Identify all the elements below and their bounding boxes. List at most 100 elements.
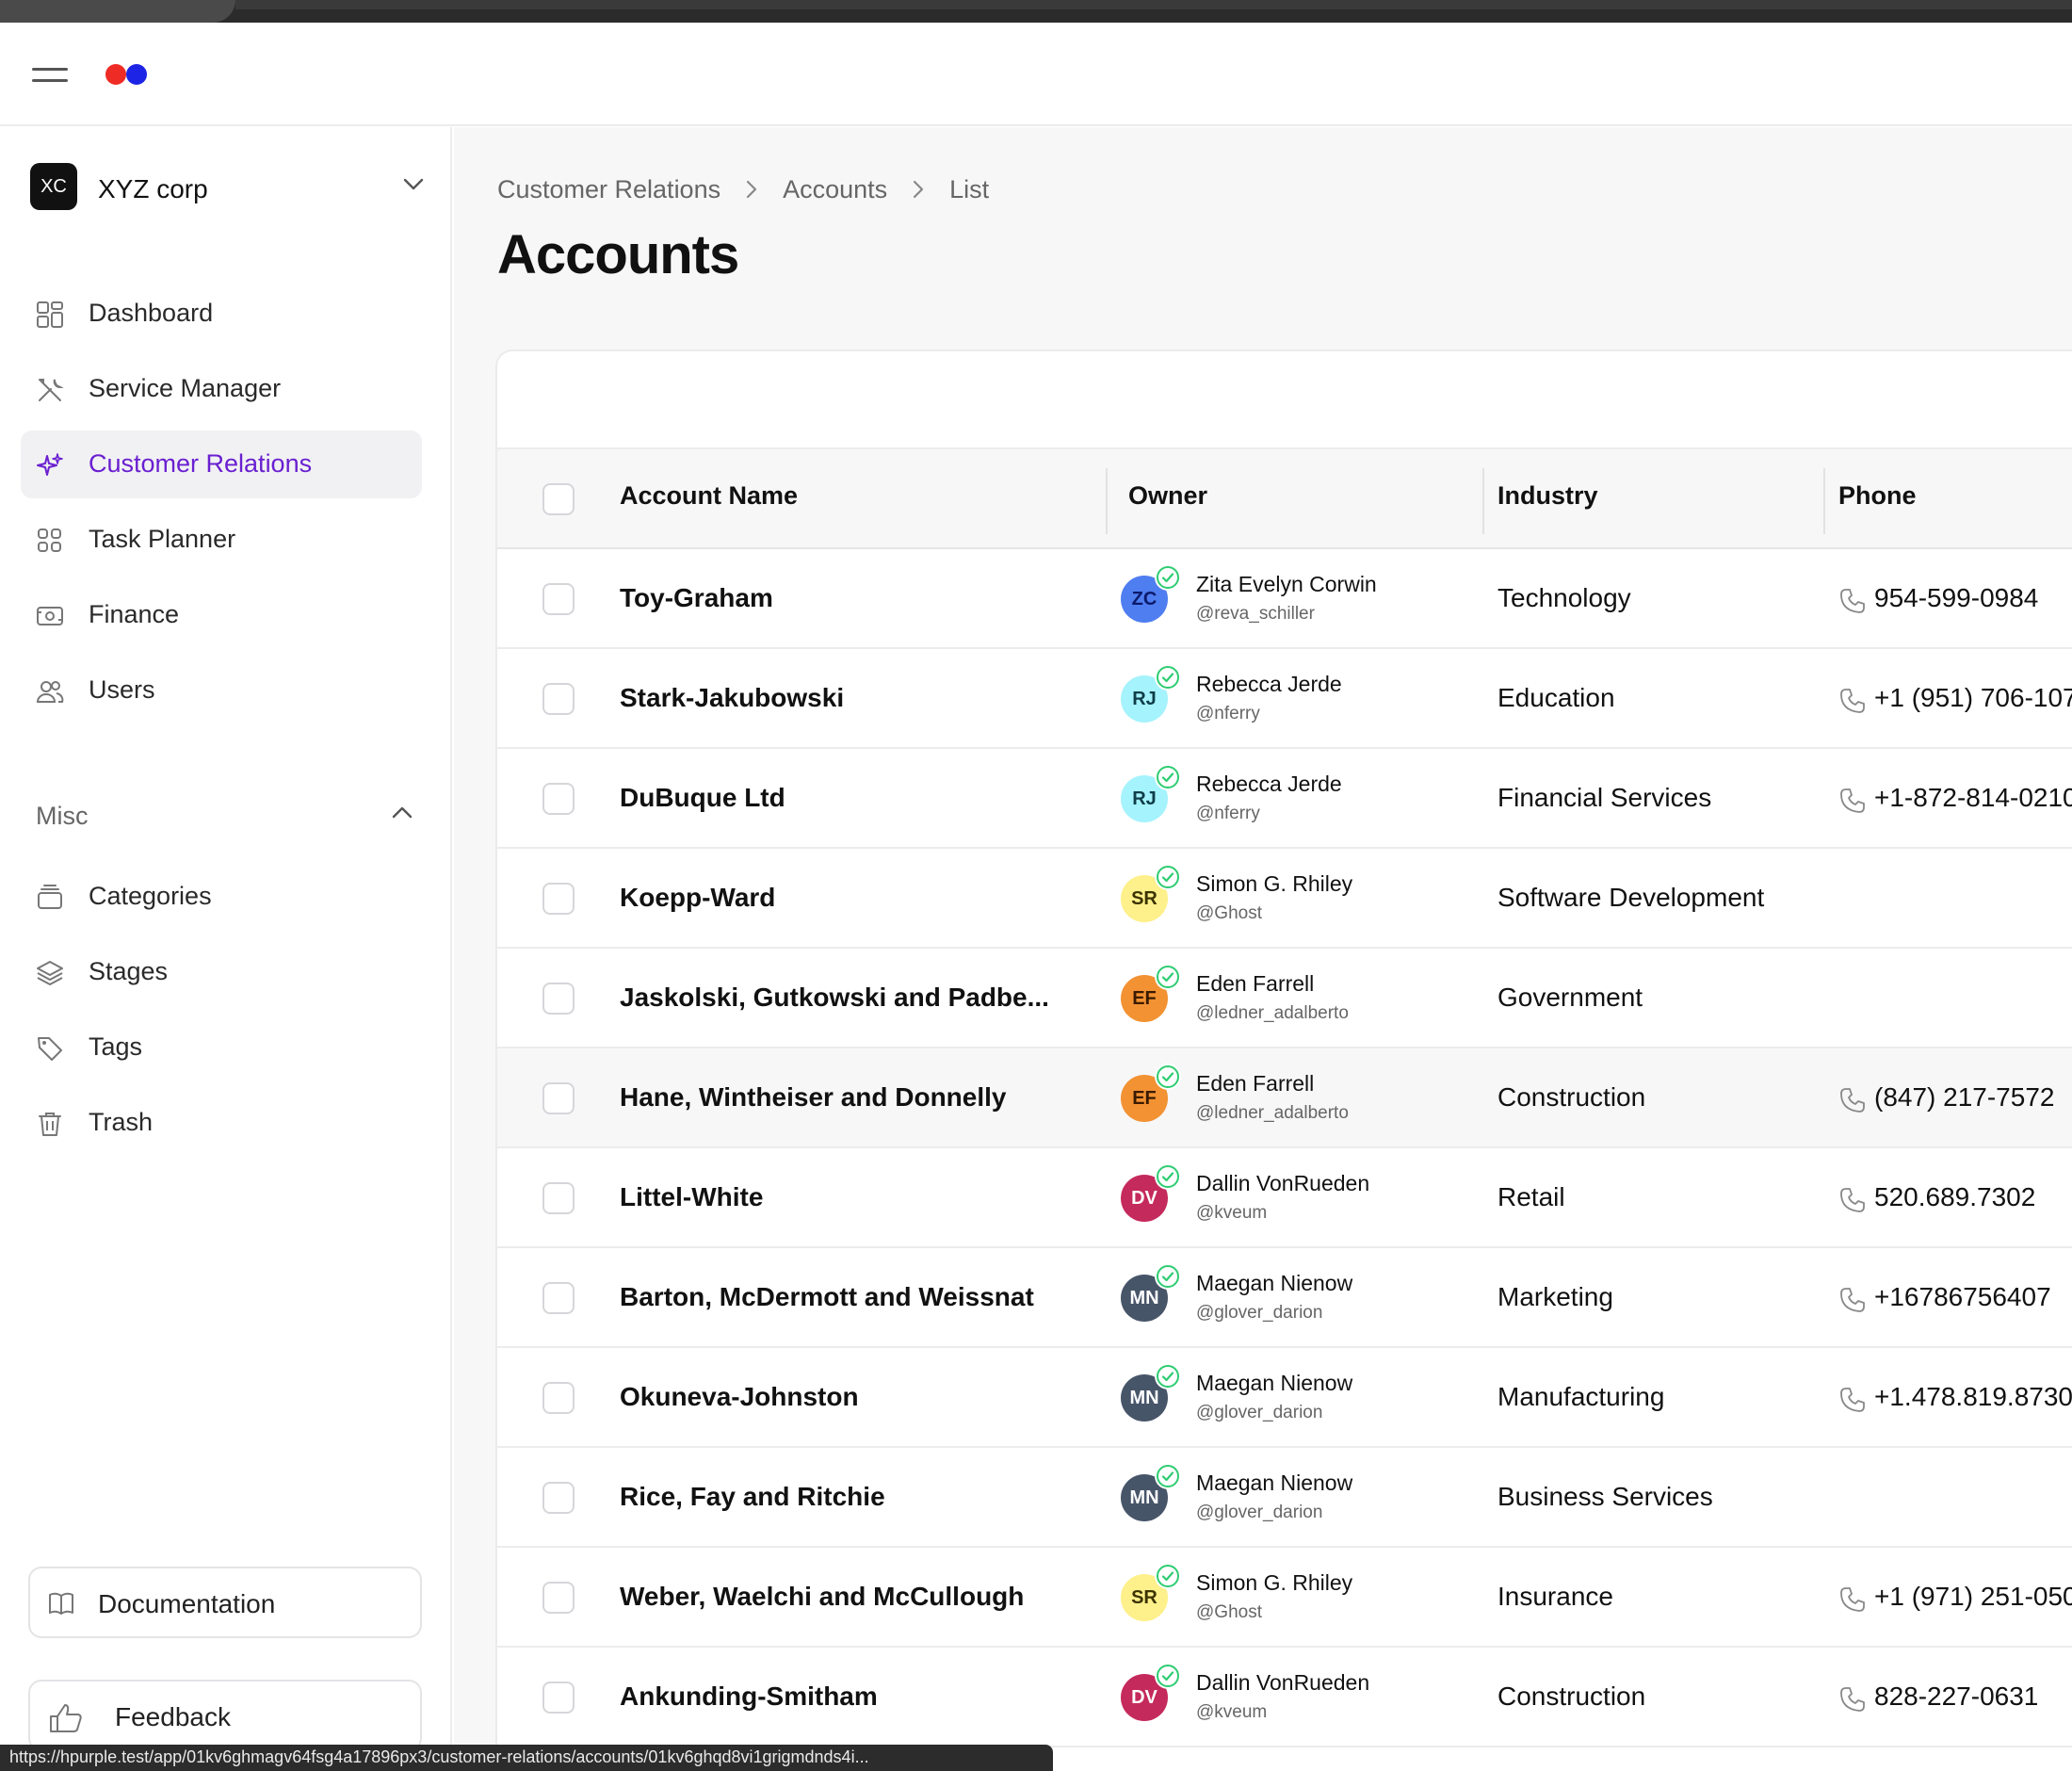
sidebar-item-stages[interactable]: Stages	[21, 938, 422, 1006]
row-checkbox[interactable]	[542, 983, 575, 1015]
industry: Business Services	[1497, 1482, 1713, 1511]
sidebar-item-tags[interactable]: Tags	[21, 1014, 422, 1081]
feedback-button[interactable]: Feedback	[28, 1680, 422, 1751]
phone-icon	[1838, 1186, 1867, 1219]
table-row[interactable]: Koepp-Ward SR Simon G. Rhiley @Ghost Softwar…	[497, 849, 2072, 949]
sidebar-item-label: Users	[89, 675, 155, 704]
table-row[interactable]: Jaskolski, Gutkowski and Padbe... EF Eden …	[497, 949, 2072, 1048]
breadcrumb-item[interactable]: Accounts	[783, 175, 887, 204]
table-header: Account Name Owner Industry Phone	[497, 449, 2072, 549]
row-checkbox[interactable]	[542, 683, 575, 715]
sparkle-icon	[37, 453, 63, 476]
industry: Financial Services	[1497, 783, 1712, 812]
column-divider	[1482, 468, 1484, 534]
misc-section-toggle[interactable]: Misc	[36, 798, 413, 836]
phone-number[interactable]: 954-599-0984	[1874, 583, 2038, 613]
sidebar: XC XYZ corp Dashboard Service Manager Cu…	[0, 127, 452, 1771]
table-row[interactable]: Stark-Jakubowski RJ Rebecca Jerde @nferry Ed…	[497, 649, 2072, 749]
breadcrumb: Customer Relations Accounts List	[497, 172, 989, 206]
owner-name: Dallin VonRueden	[1196, 1171, 1370, 1195]
column-header-industry[interactable]: Industry	[1497, 481, 1598, 511]
org-name: XYZ corp	[98, 174, 208, 203]
account-name[interactable]: Toy-Graham	[620, 583, 773, 613]
table-toolbar	[497, 351, 2072, 449]
table-row[interactable]: DuBuque Ltd RJ Rebecca Jerde @nferry Financi…	[497, 749, 2072, 849]
row-checkbox[interactable]	[542, 583, 575, 615]
column-header-phone[interactable]: Phone	[1838, 481, 1917, 511]
sidebar-item-customer-relations[interactable]: Customer Relations	[21, 431, 422, 498]
trash-icon	[39, 1113, 61, 1136]
table-row[interactable]: Hane, Wintheiser and Donnelly EF Eden Farr…	[497, 1048, 2072, 1148]
table-row[interactable]: Rice, Fay and Ritchie MN Maegan Nienow @glo…	[497, 1448, 2072, 1548]
account-name[interactable]: Hane, Wintheiser and Donnelly	[620, 1082, 1006, 1113]
phone-number[interactable]: +1 (951) 706-1074	[1874, 683, 2072, 713]
sidebar-item-users[interactable]: Users	[21, 657, 422, 724]
phone-number[interactable]: +1 (971) 251-0509	[1874, 1582, 2072, 1612]
menu-toggle-icon[interactable]	[32, 64, 68, 85]
chevron-down-icon	[403, 178, 424, 190]
owner-handle: @Ghost	[1196, 1602, 1262, 1622]
org-switcher[interactable]: XC XYZ corp	[28, 161, 424, 214]
sidebar-item-label: Service Manager	[89, 374, 282, 402]
sidebar-item-categories[interactable]: Categories	[21, 863, 422, 931]
table-row[interactable]: Littel-White DV Dallin VonRueden @kveum Reta…	[497, 1148, 2072, 1248]
owner-handle: @ledner_adalberto	[1196, 1103, 1349, 1123]
owner-name: Zita Evelyn Corwin	[1196, 572, 1377, 596]
sidebar-item-trash[interactable]: Trash	[21, 1089, 422, 1157]
sidebar-item-service-manager[interactable]: Service Manager	[21, 355, 422, 423]
feedback-label: Feedback	[115, 1702, 231, 1731]
account-name[interactable]: Koepp-Ward	[620, 883, 775, 913]
table-row[interactable]: Ankunding-Smitham DV Dallin VonRueden @kveu…	[497, 1648, 2072, 1747]
table-row[interactable]: Weber, Waelchi and McCullough SR Simon G. …	[497, 1548, 2072, 1648]
row-checkbox[interactable]	[542, 1682, 575, 1714]
sidebar-item-task-planner[interactable]: Task Planner	[21, 506, 422, 574]
app-logo[interactable]	[105, 62, 151, 85]
industry: Construction	[1497, 1082, 1646, 1112]
row-checkbox[interactable]	[542, 1582, 575, 1614]
column-header-owner[interactable]: Owner	[1128, 481, 1207, 511]
chevron-right-icon	[912, 179, 925, 200]
row-checkbox[interactable]	[542, 1182, 575, 1214]
documentation-button[interactable]: Documentation	[28, 1567, 422, 1638]
verified-check-icon	[1155, 764, 1181, 790]
sidebar-item-label: Stages	[89, 957, 169, 985]
org-avatar: XC	[30, 163, 77, 210]
account-name[interactable]: DuBuque Ltd	[620, 783, 785, 813]
breadcrumb-item[interactable]: Customer Relations	[497, 175, 720, 204]
verified-check-icon	[1155, 964, 1181, 990]
account-name[interactable]: Rice, Fay and Ritchie	[620, 1482, 885, 1512]
row-checkbox[interactable]	[542, 1482, 575, 1514]
select-all-checkbox[interactable]	[542, 483, 575, 515]
table-row[interactable]: Toy-Graham ZC Zita Evelyn Corwin @reva_schi…	[497, 549, 2072, 649]
sidebar-item-finance[interactable]: Finance	[21, 581, 422, 649]
phone-number[interactable]: 520.689.7302	[1874, 1182, 2035, 1212]
industry: Construction	[1497, 1682, 1646, 1711]
account-name[interactable]: Littel-White	[620, 1182, 763, 1212]
account-name[interactable]: Barton, McDermott and Weissnat	[620, 1282, 1034, 1312]
table-row[interactable]: Okuneva-Johnston MN Maegan Nienow @glover_d…	[497, 1348, 2072, 1448]
phone-number[interactable]: +1-872-814-0210	[1874, 783, 2072, 813]
owner-name: Simon G. Rhiley	[1196, 1570, 1353, 1595]
phone-number[interactable]: +16786756407	[1874, 1282, 2051, 1312]
table-row[interactable]: Barton, McDermott and Weissnat MN Maegan N…	[497, 1248, 2072, 1348]
account-name[interactable]: Okuneva-Johnston	[620, 1382, 859, 1412]
account-name[interactable]: Jaskolski, Gutkowski and Padbe...	[620, 983, 1049, 1013]
row-checkbox[interactable]	[542, 783, 575, 815]
owner-handle: @ledner_adalberto	[1196, 1003, 1349, 1023]
owner-handle: @nferry	[1196, 704, 1260, 723]
account-name[interactable]: Ankunding-Smitham	[620, 1682, 878, 1712]
account-name[interactable]: Stark-Jakubowski	[620, 683, 844, 713]
phone-number[interactable]: 828-227-0631	[1874, 1682, 2038, 1712]
phone-number[interactable]: (847) 217-7572	[1874, 1082, 2054, 1113]
phone-number[interactable]: +1.478.819.8730	[1874, 1382, 2072, 1412]
row-checkbox[interactable]	[542, 1082, 575, 1114]
column-header-account-name[interactable]: Account Name	[620, 481, 798, 511]
row-checkbox[interactable]	[542, 1282, 575, 1314]
row-checkbox[interactable]	[542, 883, 575, 915]
industry: Education	[1497, 683, 1615, 712]
sidebar-item-dashboard[interactable]: Dashboard	[21, 280, 422, 348]
row-checkbox[interactable]	[542, 1382, 575, 1414]
phone-icon	[1838, 1585, 1867, 1618]
account-name[interactable]: Weber, Waelchi and McCullough	[620, 1582, 1024, 1612]
verified-check-icon	[1155, 1463, 1181, 1489]
